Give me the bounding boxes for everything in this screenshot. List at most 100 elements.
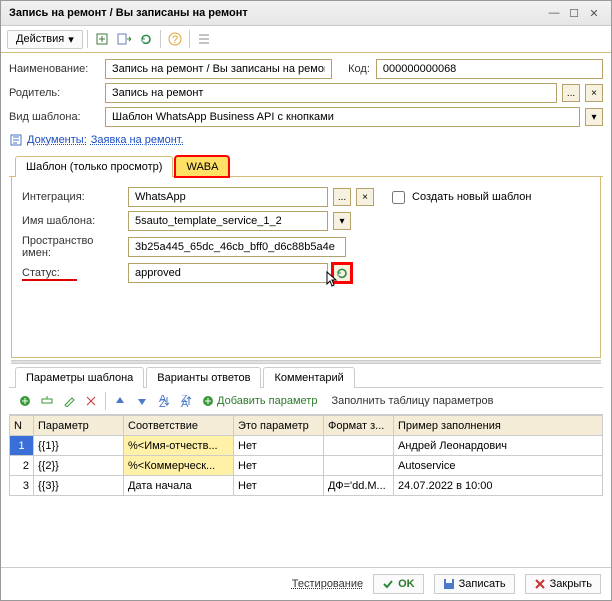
- subtab-answers[interactable]: Варианты ответов: [146, 367, 261, 388]
- name-input[interactable]: [110, 62, 327, 76]
- cell-n[interactable]: 2: [10, 456, 34, 476]
- ok-button[interactable]: OK: [373, 574, 424, 594]
- delete-row-icon[interactable]: [81, 391, 101, 411]
- sort-desc-icon[interactable]: ZA: [176, 391, 196, 411]
- namespace-field[interactable]: [128, 237, 346, 257]
- save-button[interactable]: Записать: [434, 574, 515, 594]
- cell-example[interactable]: 24.07.2022 в 10:00: [394, 476, 603, 496]
- cursor-icon: [326, 271, 340, 289]
- close-icon: [534, 578, 546, 590]
- integration-input[interactable]: [133, 190, 323, 204]
- cell-param[interactable]: {{3}}: [34, 476, 124, 496]
- parent-input[interactable]: [110, 86, 552, 100]
- col-isparam[interactable]: Это параметр: [234, 416, 324, 436]
- cell-format[interactable]: [324, 436, 394, 456]
- splitter[interactable]: [11, 360, 601, 364]
- cell-param[interactable]: {{2}}: [34, 456, 124, 476]
- status-field[interactable]: [128, 263, 328, 283]
- col-param[interactable]: Параметр: [34, 416, 124, 436]
- table-row[interactable]: 1 {{1}} %<Имя-отчеств... Нет Андрей Леон…: [10, 436, 603, 456]
- waba-panel: Интеграция: ... × Создать новый шаблон И…: [11, 177, 601, 358]
- create-new-template-input[interactable]: [392, 191, 405, 204]
- add-row-icon[interactable]: [15, 391, 35, 411]
- add-param-link[interactable]: Добавить параметр: [202, 395, 317, 407]
- move-down-icon[interactable]: [132, 391, 152, 411]
- cell-n[interactable]: 1: [10, 436, 34, 456]
- code-field[interactable]: [376, 59, 603, 79]
- parent-choose-button[interactable]: ...: [562, 84, 580, 102]
- name-field[interactable]: [105, 59, 332, 79]
- cell-isparam[interactable]: Нет: [234, 436, 324, 456]
- subtab-comment[interactable]: Комментарий: [263, 367, 354, 388]
- integration-clear-button[interactable]: ×: [356, 188, 374, 206]
- cell-match[interactable]: %<Имя-отчеств...: [124, 436, 234, 456]
- close-button[interactable]: Закрыть: [525, 574, 601, 594]
- move-up-icon[interactable]: [110, 391, 130, 411]
- cell-format[interactable]: ДФ='dd.M...: [324, 476, 394, 496]
- cell-n[interactable]: 3: [10, 476, 34, 496]
- template-list-icon[interactable]: [194, 29, 214, 49]
- actions-label: Действия: [16, 33, 64, 45]
- cell-match[interactable]: %<Коммерческ...: [124, 456, 234, 476]
- code-label: Код:: [348, 63, 370, 75]
- edit-row-icon[interactable]: [59, 391, 79, 411]
- template-name-field[interactable]: [128, 211, 328, 231]
- refresh-icon[interactable]: [136, 29, 156, 49]
- close-window-button[interactable]: ✕: [585, 5, 603, 21]
- template-name-input[interactable]: [133, 214, 323, 228]
- main-toolbar: Действия ▾ ?: [1, 26, 611, 53]
- test-link[interactable]: Тестирование: [292, 578, 363, 590]
- tab-waba[interactable]: WABA: [175, 156, 229, 177]
- status-label: Статус:: [22, 267, 122, 279]
- status-input[interactable]: [133, 266, 323, 280]
- fill-table-link[interactable]: Заполнить таблицу параметров: [331, 395, 493, 407]
- table-row[interactable]: 2 {{2}} %<Коммерческ... Нет Autoservice: [10, 456, 603, 476]
- template-name-label: Имя шаблона:: [22, 215, 122, 227]
- maximize-button[interactable]: ☐: [565, 5, 583, 21]
- template-name-dropdown[interactable]: ▾: [333, 212, 351, 230]
- table-row[interactable]: 3 {{3}} Дата начала Нет ДФ='dd.M... 24.0…: [10, 476, 603, 496]
- minimize-button[interactable]: —: [545, 5, 563, 21]
- cell-match[interactable]: Дата начала: [124, 476, 234, 496]
- svg-text:A: A: [181, 398, 189, 407]
- template-type-dropdown[interactable]: ▾: [585, 108, 603, 126]
- namespace-input[interactable]: [133, 240, 341, 254]
- documents-label[interactable]: Документы:: [27, 134, 87, 146]
- template-type-field[interactable]: [105, 107, 580, 127]
- cell-isparam[interactable]: Нет: [234, 456, 324, 476]
- cell-format[interactable]: [324, 456, 394, 476]
- col-format[interactable]: Формат з...: [324, 416, 394, 436]
- col-match[interactable]: Соответствие: [124, 416, 234, 436]
- create-new-template-checkbox[interactable]: Создать новый шаблон: [388, 188, 532, 207]
- template-type-input[interactable]: [110, 110, 575, 124]
- sub-tabs: Параметры шаблона Варианты ответов Комме…: [9, 366, 603, 388]
- col-n[interactable]: N: [10, 416, 34, 436]
- param-toolbar: AZ ZA Добавить параметр Заполнить таблиц…: [9, 388, 603, 415]
- cell-param[interactable]: {{1}}: [34, 436, 124, 456]
- cell-example[interactable]: Autoservice: [394, 456, 603, 476]
- integration-choose-button[interactable]: ...: [333, 188, 351, 206]
- actions-menu[interactable]: Действия ▾: [7, 30, 83, 49]
- subtab-params[interactable]: Параметры шаблона: [15, 367, 144, 388]
- cell-example[interactable]: Андрей Леонардович: [394, 436, 603, 456]
- cell-isparam[interactable]: Нет: [234, 476, 324, 496]
- list-go-icon[interactable]: [114, 29, 134, 49]
- table-header-row: N Параметр Соответствие Это параметр Фор…: [10, 416, 603, 436]
- col-example[interactable]: Пример заполнения: [394, 416, 603, 436]
- add-icon[interactable]: [92, 29, 112, 49]
- parent-label: Родитель:: [9, 87, 99, 99]
- check-icon: [382, 578, 394, 590]
- insert-row-icon[interactable]: [37, 391, 57, 411]
- parent-clear-button[interactable]: ×: [585, 84, 603, 102]
- separator: [105, 392, 106, 410]
- window-title: Запись на ремонт / Вы записаны на ремонт: [9, 7, 543, 19]
- tab-template-view[interactable]: Шаблон (только просмотр): [15, 156, 173, 177]
- template-type-label: Вид шаблона:: [9, 111, 99, 123]
- parent-field[interactable]: [105, 83, 557, 103]
- help-icon[interactable]: ?: [165, 29, 185, 49]
- sort-asc-icon[interactable]: AZ: [154, 391, 174, 411]
- documents-link[interactable]: Заявка на ремонт.: [91, 134, 184, 146]
- titlebar: Запись на ремонт / Вы записаны на ремонт…: [1, 1, 611, 26]
- code-input[interactable]: [381, 62, 598, 76]
- integration-field[interactable]: [128, 187, 328, 207]
